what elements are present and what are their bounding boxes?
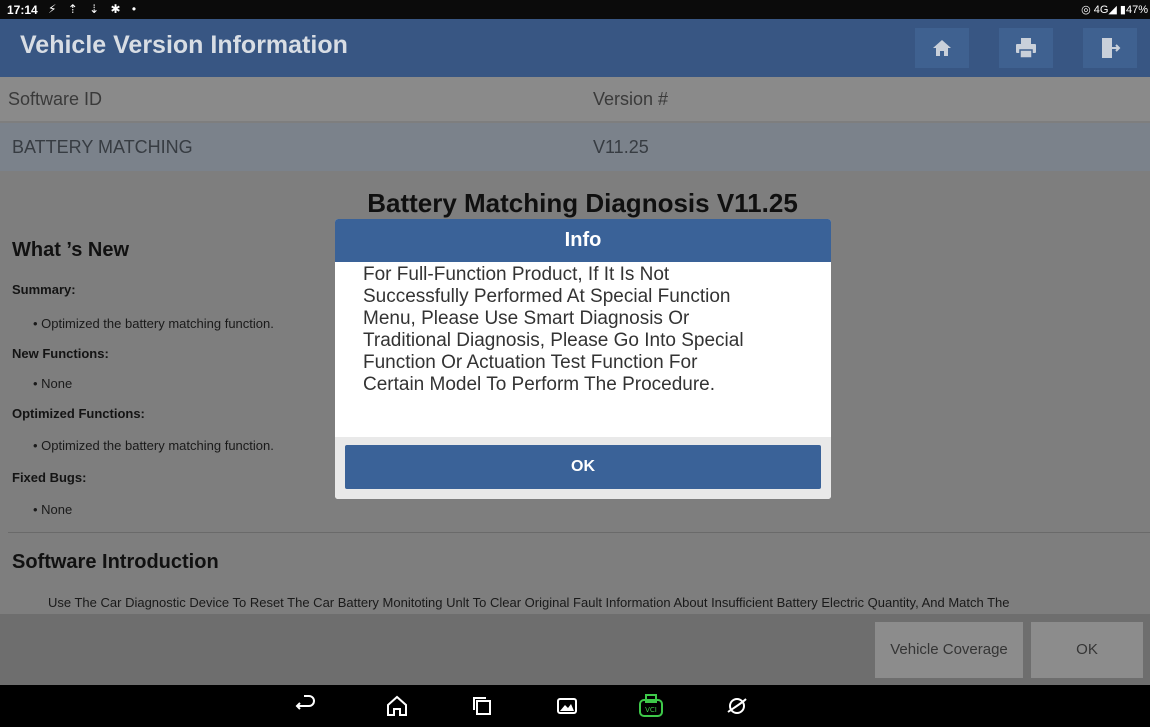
notification-icons: ⚡ ⇡ ⇣ ✱ • — [48, 2, 141, 16]
version-cell: V11.25 — [593, 137, 649, 157]
back-button[interactable] — [290, 691, 320, 721]
whats-new-heading: What ’s New — [12, 239, 130, 261]
dialog-message-line: Function Or Actuation Test Function For — [363, 352, 698, 373]
svg-text:VCI: VCI — [645, 706, 657, 714]
table-row[interactable]: BATTERY MATCHING V11.25 — [0, 123, 1150, 171]
header-version: Version # — [593, 89, 669, 109]
title-bar: Vehicle Version Information — [0, 19, 1150, 77]
list-item: • None — [33, 376, 73, 391]
divider — [8, 532, 1150, 533]
dialog-footer: OK — [335, 437, 831, 499]
software-id-cell: BATTERY MATCHING — [12, 137, 193, 157]
gallery-button[interactable] — [552, 691, 582, 721]
recents-icon — [473, 697, 491, 715]
dialog-message-line: Certain Model To Perform The Procedure. — [363, 374, 716, 395]
system-nav-bar: VCI — [0, 685, 1150, 727]
optimized-functions-label: Optimized Functions: — [12, 406, 145, 421]
nav-home-button[interactable] — [382, 691, 412, 721]
software-introduction-text: Use The Car Diagnostic Device To Reset T… — [48, 595, 1010, 610]
exit-button[interactable] — [1083, 28, 1137, 68]
dialog-message-line: Successfully Performed At Special Functi… — [363, 286, 731, 307]
dialog-ok-button[interactable]: OK — [345, 445, 821, 489]
status-time: 17:14 — [7, 3, 38, 17]
list-item: • None — [33, 502, 73, 517]
dialog-message: For Full-Function Product, If It Is Not … — [363, 264, 813, 396]
software-introduction-heading: Software Introduction — [12, 551, 219, 573]
recents-button[interactable] — [467, 691, 497, 721]
dialog-message-line: Menu, Please Use Smart Diagnosis Or — [363, 308, 690, 329]
status-bar: 17:14 ⚡ ⇡ ⇣ ✱ • ◎ 4G◢ ▮47% — [0, 0, 1150, 19]
header-software-id: Software ID — [8, 89, 103, 109]
home-icon — [387, 695, 407, 716]
browser-button[interactable] — [722, 691, 752, 721]
dialog-message-line: Traditional Diagnosis, Please Go Into Sp… — [363, 330, 744, 351]
exit-icon — [1102, 38, 1121, 58]
list-item: • Optimized the battery matching functio… — [33, 316, 274, 331]
status-indicators: ◎ 4G◢ ▮47% — [1081, 4, 1148, 16]
dialog-title: Info — [335, 219, 831, 262]
dialog-message-line: For Full-Function Product, If It Is Not — [363, 264, 670, 285]
home-icon — [933, 40, 951, 56]
fixed-bugs-label: Fixed Bugs: — [12, 470, 87, 485]
gallery-icon — [557, 698, 577, 714]
document-title: Battery Matching Diagnosis V11.25 — [367, 188, 798, 218]
summary-label: Summary: — [12, 282, 76, 297]
version-table-header: Software ID Version # — [0, 77, 1150, 121]
info-dialog: Info For Full-Function Product, If It Is… — [335, 219, 831, 499]
vci-icon: VCI — [639, 694, 663, 717]
vehicle-coverage-button[interactable]: Vehicle Coverage — [875, 622, 1023, 678]
list-item: • Optimized the battery matching functio… — [33, 438, 274, 453]
vci-button[interactable]: VCI — [636, 691, 666, 721]
print-button[interactable] — [999, 28, 1053, 68]
back-icon — [295, 695, 315, 710]
browser-icon — [727, 698, 747, 714]
print-icon — [1016, 38, 1036, 59]
ok-button[interactable]: OK — [1031, 622, 1143, 678]
bottom-action-bar: Vehicle Coverage OK — [0, 614, 1150, 685]
new-functions-label: New Functions: — [12, 346, 109, 361]
home-button[interactable] — [915, 28, 969, 68]
page-title: Vehicle Version Information — [20, 31, 348, 59]
